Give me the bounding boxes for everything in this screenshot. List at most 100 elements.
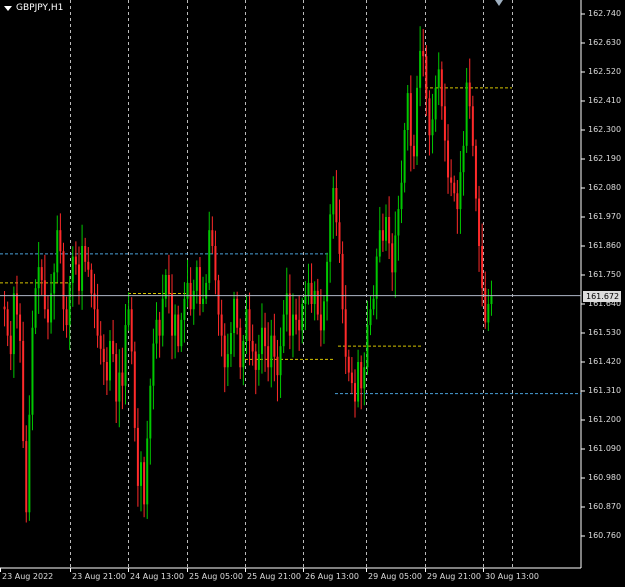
candle-body <box>381 230 384 241</box>
candle-body <box>202 298 205 304</box>
price-tick-label: 161.420 <box>588 357 622 366</box>
candle-body <box>174 314 177 336</box>
candle-body <box>177 314 180 347</box>
time-tick-label: 29 Aug 05:00 <box>368 572 422 581</box>
candle-body <box>46 309 49 323</box>
candle-body <box>50 293 53 323</box>
symbol-title-text: GBPJPY,H1 <box>16 3 64 13</box>
candle-body <box>121 372 124 386</box>
candle-body <box>205 282 208 299</box>
candle-body <box>198 267 201 304</box>
price-tick-label: 162.300 <box>588 125 622 134</box>
chart-window: GBPJPY,H1 162.740 162.630 162.520 162.410 16… <box>0 0 625 587</box>
candle-body <box>366 325 369 368</box>
candle-body <box>406 93 409 130</box>
candle-body <box>56 230 59 273</box>
candle-body <box>391 243 394 273</box>
candle-body <box>220 314 223 336</box>
candle-body <box>34 288 37 328</box>
candle-body <box>251 340 254 352</box>
price-tick-label: 160.760 <box>588 531 622 540</box>
candle-body <box>3 306 6 310</box>
time-tick-label: 30 Aug 13:00 <box>485 572 539 581</box>
candle-body <box>425 56 428 99</box>
candle-body <box>285 293 288 315</box>
candle-body <box>81 246 84 291</box>
candle-body <box>214 246 217 281</box>
candle-body <box>245 309 248 341</box>
candle-body <box>363 367 366 389</box>
candle-body <box>465 82 468 146</box>
candle-body <box>233 298 236 333</box>
price-tick-label: 162.740 <box>588 9 622 18</box>
candle-body <box>437 69 440 88</box>
shift-marker-icon <box>495 0 503 6</box>
candle-body <box>171 293 174 336</box>
price-tick-label: 162.190 <box>588 154 622 163</box>
candle-body <box>332 188 335 215</box>
candle-body <box>152 343 155 386</box>
candle-body <box>357 362 360 402</box>
time-tick-label: 23 Aug 21:00 <box>72 572 126 581</box>
candle-body <box>248 309 251 341</box>
current-price-label: 161.672 <box>583 290 621 302</box>
candle-body <box>90 269 93 294</box>
candle-body <box>350 372 353 384</box>
candle-body <box>226 354 229 368</box>
candle-body <box>149 385 152 439</box>
candle-body <box>316 290 319 315</box>
candle-body <box>419 50 422 88</box>
candle-body <box>211 230 214 246</box>
candle-body <box>74 256 77 265</box>
candle-body <box>158 319 161 336</box>
price-tick-label: 161.310 <box>588 386 622 395</box>
candle-body <box>102 348 105 362</box>
candle-body <box>146 438 149 505</box>
candle-body <box>447 140 450 178</box>
candle-body <box>471 106 474 146</box>
candle-body <box>388 217 391 244</box>
candle-body <box>124 325 127 386</box>
candle-body <box>397 209 400 236</box>
candle-body <box>422 50 425 57</box>
candle-body <box>456 193 459 210</box>
candle-body <box>239 327 242 368</box>
candlestick-chart[interactable] <box>0 0 625 587</box>
candle-body <box>282 314 285 347</box>
candle-body <box>353 383 356 402</box>
candle-body <box>273 335 276 357</box>
price-tick-label: 160.870 <box>588 502 622 511</box>
candle-body <box>347 356 350 373</box>
candle-body <box>403 130 406 183</box>
candle-body <box>400 182 403 210</box>
time-tick-label: 23 Aug 2022 <box>2 572 54 581</box>
candle-body <box>229 333 232 355</box>
candle-body <box>189 282 192 310</box>
price-tick-label: 162.410 <box>588 96 622 105</box>
candle-body <box>434 87 437 120</box>
candle-body <box>372 298 375 310</box>
candle-body <box>378 230 381 257</box>
price-tick-label: 162.080 <box>588 183 622 192</box>
candle-body <box>468 82 471 107</box>
candle-body <box>313 290 316 304</box>
time-tick-label: 25 Aug 21:00 <box>247 572 301 581</box>
dropdown-arrow-icon <box>4 5 12 11</box>
candle-body <box>319 314 322 331</box>
candle-body <box>140 462 143 486</box>
candle-body <box>335 188 338 223</box>
time-tick-label: 26 Aug 13:00 <box>305 572 359 581</box>
candle-body <box>270 335 273 368</box>
candle-body <box>71 256 74 283</box>
symbol-title[interactable]: GBPJPY,H1 <box>4 3 63 13</box>
price-tick-label: 162.520 <box>588 67 622 76</box>
candle-body <box>443 106 446 141</box>
candle-body <box>242 340 245 368</box>
candle-body <box>462 145 465 173</box>
candle-body <box>416 87 419 157</box>
candle-body <box>112 340 115 355</box>
candle-body <box>186 282 189 299</box>
candle-body <box>9 335 12 355</box>
candle-body <box>180 319 183 347</box>
candle-body <box>25 441 28 513</box>
